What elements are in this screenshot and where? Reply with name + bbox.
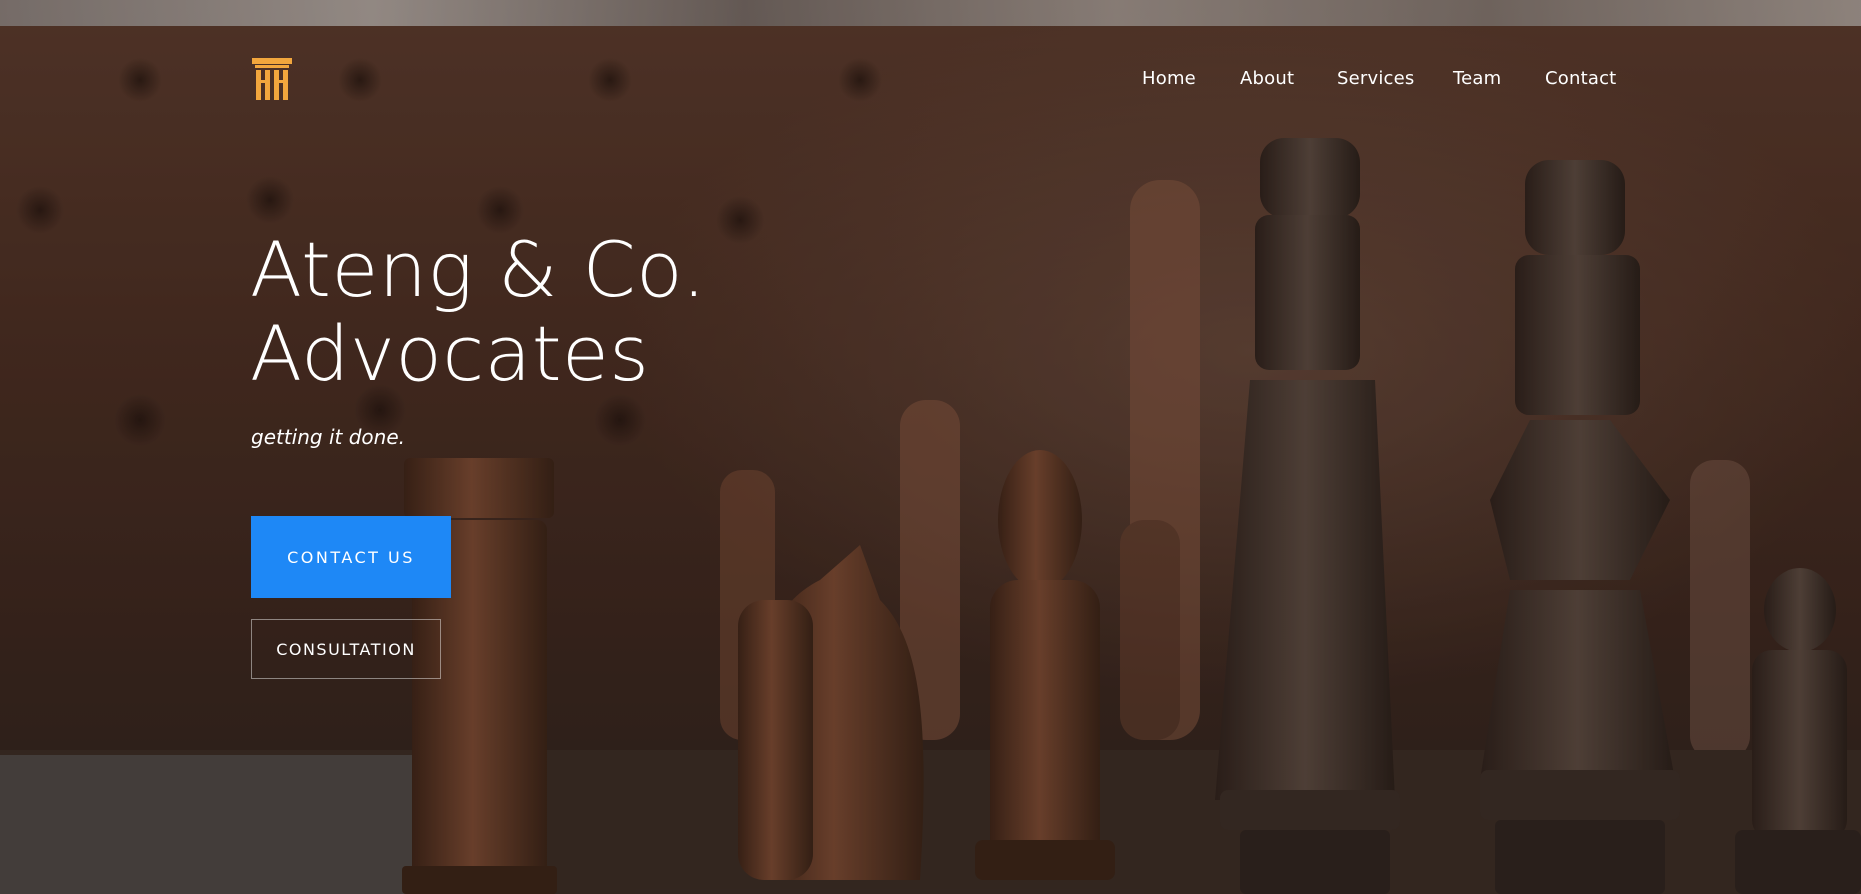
main-navigation: Home About Services Team Contact — [0, 68, 1861, 92]
nav-link-home[interactable]: Home — [1142, 68, 1196, 89]
hero-section: Home About Services Team Contact Ateng &… — [0, 0, 1861, 894]
hero-tagline: getting it done. — [251, 425, 405, 449]
nav-link-team[interactable]: Team — [1453, 68, 1501, 89]
hero-title-line-1: Ateng & Co. — [250, 225, 707, 314]
nav-link-contact[interactable]: Contact — [1545, 68, 1616, 89]
nav-link-services[interactable]: Services — [1337, 68, 1415, 89]
consultation-button[interactable]: CONSULTATION — [251, 619, 441, 679]
hero-title-line-2: Advocates — [250, 309, 650, 398]
hero-title: Ateng & Co. Advocates — [250, 228, 706, 396]
nav-link-about[interactable]: About — [1240, 68, 1294, 89]
contact-us-button[interactable]: CONTACT US — [251, 516, 451, 598]
